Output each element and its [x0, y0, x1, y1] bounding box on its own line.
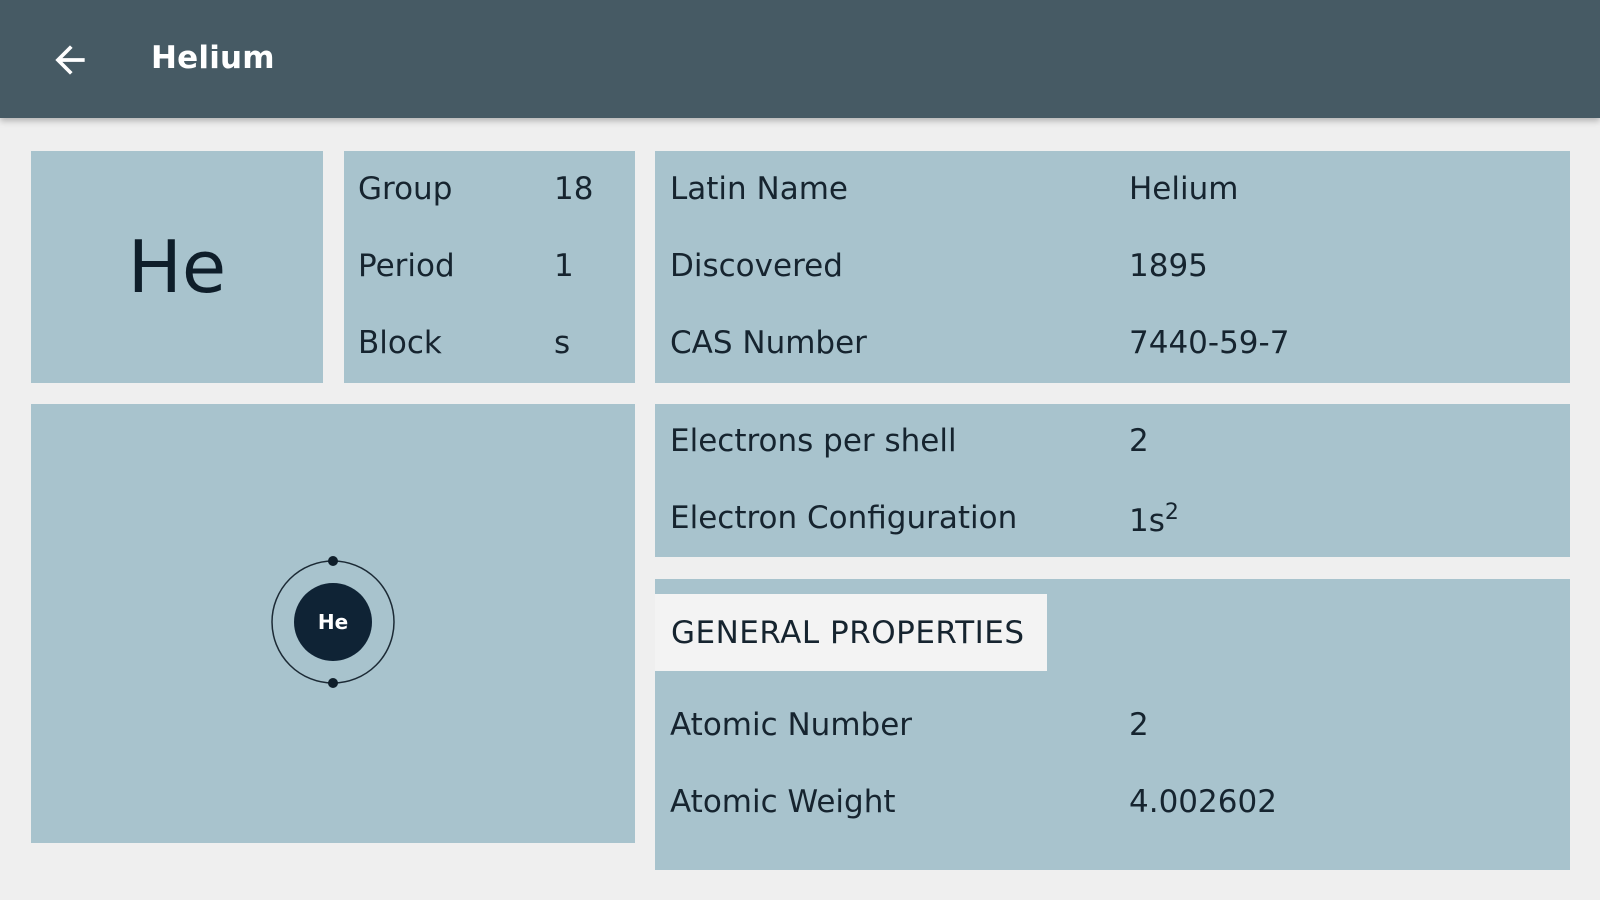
electrons-per-shell-value: 2	[1129, 423, 1149, 459]
app-root: Helium He Group 18 Period 1 Block s Lati…	[0, 0, 1600, 900]
group-label: Group	[358, 171, 453, 207]
general-properties-card: GENERAL PROPERTIES Atomic Number 2 Atomi…	[655, 579, 1570, 870]
back-button[interactable]	[40, 30, 100, 90]
page-title: Helium	[151, 40, 275, 76]
bohr-model-diagram: He	[271, 556, 395, 688]
electron-configuration-label: Electron Configuration	[670, 500, 1018, 536]
electron-configuration-value: 1s2	[1129, 500, 1179, 539]
block-label: Block	[358, 325, 442, 361]
latin-name-value: Helium	[1129, 171, 1239, 207]
electron-top	[328, 556, 338, 566]
atomic-number-value: 2	[1129, 707, 1149, 743]
element-info-card: Latin Name Helium Discovered 1895 CAS Nu…	[655, 151, 1570, 383]
element-symbol-card: He	[31, 151, 323, 383]
atomic-number-label: Atomic Number	[670, 707, 913, 743]
electron-card: Electrons per shell 2 Electron Configura…	[655, 404, 1570, 557]
atomic-weight-label: Atomic Weight	[670, 784, 896, 820]
period-value: 1	[554, 248, 574, 284]
cas-number-label: CAS Number	[670, 325, 867, 361]
block-value: s	[554, 325, 571, 361]
electron-configuration-superscript: 2	[1164, 500, 1179, 525]
electron-configuration-base: 1s	[1129, 503, 1165, 539]
nucleus-label: He	[318, 610, 348, 634]
electron-bottom	[328, 678, 338, 688]
period-label: Period	[358, 248, 455, 284]
discovered-value: 1895	[1129, 248, 1208, 284]
atomic-weight-value: 4.002602	[1129, 784, 1277, 820]
arrow-left-icon	[55, 45, 85, 75]
group-value: 18	[554, 171, 594, 207]
element-symbol: He	[127, 225, 227, 309]
electrons-per-shell-label: Electrons per shell	[670, 423, 957, 459]
top-app-bar: Helium	[0, 0, 1600, 118]
group-period-block-card: Group 18 Period 1 Block s	[344, 151, 635, 383]
cas-number-value: 7440-59-7	[1129, 325, 1290, 361]
latin-name-label: Latin Name	[670, 171, 848, 207]
general-properties-header: GENERAL PROPERTIES	[655, 594, 1047, 671]
atom-diagram-card: He	[31, 404, 635, 843]
discovered-label: Discovered	[670, 248, 843, 284]
